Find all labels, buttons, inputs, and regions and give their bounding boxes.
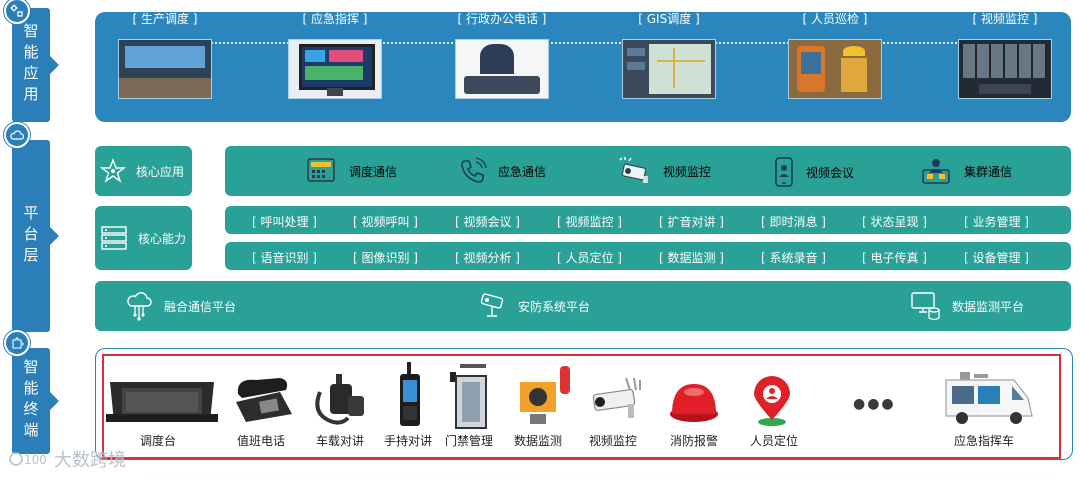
core-app-video-conference: 视频会议	[772, 156, 854, 188]
capability-cell: [ 即时消息 ]	[761, 215, 826, 229]
app-production-dispatch: [ 生产调度 ]	[100, 10, 230, 99]
application-panel	[95, 12, 1071, 122]
group-call-icon	[922, 159, 950, 184]
vehicle-radio-icon	[315, 374, 364, 425]
device-label: 人员定位	[750, 434, 799, 448]
app-gis-dispatch: [ GIS调度 ]	[604, 10, 734, 99]
capability-cell: [ 扩音对讲 ]	[659, 215, 724, 229]
platform-fusion-comm: 融合通信平台	[124, 290, 236, 322]
control-room-image	[118, 39, 212, 99]
mobile-video-icon	[775, 157, 793, 187]
dotted-divider	[128, 42, 1040, 44]
core-app-emergency-comm: 应急通信	[458, 156, 546, 186]
core-capability-panel-row1	[225, 206, 1071, 234]
core-app-dispatch-comm: 调度通信	[305, 156, 397, 186]
capability-cell: [ 电子传真 ]	[862, 251, 927, 265]
platform-data-monitoring: 数据监测平台	[910, 290, 1024, 322]
gis-map-image	[622, 39, 716, 99]
cloud-network-icon	[127, 292, 152, 321]
app-emergency-command: [ 应急指挥 ]	[270, 10, 400, 99]
core-app-video-surveillance: 视频监控	[617, 156, 711, 186]
svg-text:100: 100	[24, 453, 47, 467]
capability-cell: [ 视频分析 ]	[455, 251, 520, 265]
device-label: 调度台	[140, 434, 177, 448]
capability-cell: [ 设备管理 ]	[964, 251, 1029, 265]
handheld-radio-icon	[400, 362, 420, 426]
watermark: 100 大数跨境	[8, 446, 126, 472]
more-devices-dots: ●●●	[853, 396, 896, 412]
monitor-database-icon	[911, 292, 940, 321]
camera-icon	[619, 157, 648, 183]
device-label: 视频监控	[589, 434, 638, 448]
command-vehicle-icon	[945, 372, 1033, 424]
layer-label-terminal: 智能终端	[12, 348, 59, 454]
app-personnel-patrol: [ 人员巡检 ]	[770, 10, 900, 99]
app-office-phone: [ 行政办公电话 ]	[437, 10, 567, 99]
fire-alarm-icon	[670, 384, 718, 422]
monitor-image	[288, 39, 382, 99]
capability-cell: [ 业务管理 ]	[964, 215, 1029, 229]
watermark-logo-icon: 100	[9, 452, 47, 467]
device-label: 车载对讲	[316, 434, 365, 448]
device-label: 值班电话	[237, 434, 286, 448]
device-label: 消防报警	[670, 434, 719, 448]
star-icon	[100, 158, 126, 183]
core-capability-panel-row2	[225, 242, 1071, 270]
app-video-surveillance: [ 视频监控 ]	[940, 10, 1070, 99]
device-label: 手持对讲	[384, 434, 433, 448]
capability-cell: [ 视频监控 ]	[557, 215, 622, 229]
capability-cell: [ 数据监测 ]	[659, 251, 724, 265]
platform-security: 安防系统平台	[478, 290, 590, 322]
layer-label-platform: 平台层	[12, 140, 59, 332]
capability-cell: [ 语音识别 ]	[252, 251, 317, 265]
dispatch-phone-icon	[307, 158, 335, 182]
access-control-icon	[450, 364, 487, 429]
patrol-device-image	[788, 39, 882, 99]
gas-detector-icon	[520, 366, 570, 424]
capability-cell: [ 图像识别 ]	[353, 251, 418, 265]
capability-cell: [ 呼叫处理 ]	[252, 215, 317, 229]
core-apps-title: 核心应用	[100, 156, 184, 186]
office-phone-image	[455, 39, 549, 99]
capability-cell: [ 系统录音 ]	[761, 251, 826, 265]
puzzle-icon	[4, 330, 30, 356]
capability-cell: [ 人员定位 ]	[557, 251, 622, 265]
capability-cell: [ 状态呈现 ]	[862, 215, 927, 229]
cloud-icon	[4, 122, 30, 148]
core-app-cluster-comm: 集群通信	[918, 156, 1012, 186]
core-capability-title: 核心能力	[100, 223, 186, 253]
video-wall-image	[958, 39, 1052, 99]
device-label: 应急指挥车	[954, 434, 1015, 448]
capability-cell: [ 视频会议 ]	[455, 215, 520, 229]
capability-cell: [ 视频呼叫 ]	[353, 215, 418, 229]
security-camera-icon	[480, 293, 504, 317]
location-pin-icon	[754, 376, 790, 426]
bullet-camera-icon	[592, 377, 641, 418]
dispatch-console-icon	[106, 382, 218, 422]
phone-ringing-icon	[461, 157, 487, 183]
server-icon	[101, 226, 127, 250]
device-label: 门禁管理	[445, 434, 494, 448]
device-label: 数据监测	[514, 434, 563, 448]
desk-phone-icon	[236, 378, 292, 422]
layer-label-app: 智能应用	[12, 8, 59, 122]
